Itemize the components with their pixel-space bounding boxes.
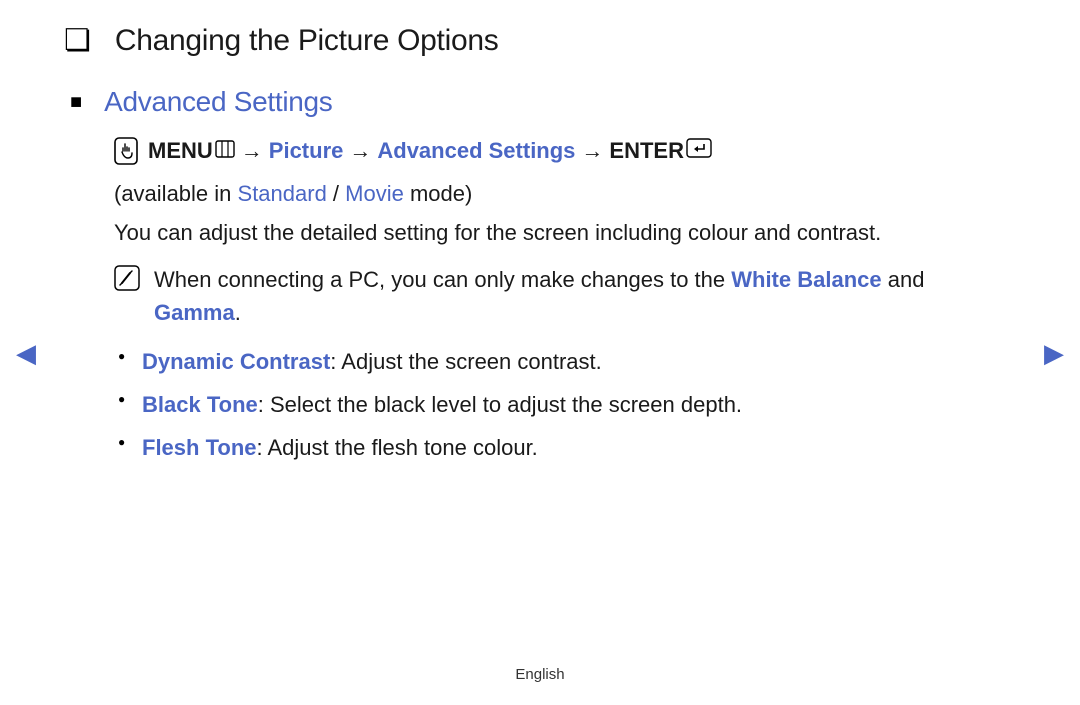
note-row: When connecting a PC, you can only make … xyxy=(114,263,1016,329)
settings-list: Dynamic Contrast: Adjust the screen cont… xyxy=(114,345,1016,464)
note-part3: . xyxy=(235,300,241,325)
list-item: Dynamic Contrast: Adjust the screen cont… xyxy=(114,345,1016,378)
note-part2: and xyxy=(882,267,925,292)
remote-hand-icon xyxy=(114,137,138,165)
available-modes: (available in Standard / Movie mode) xyxy=(114,177,1016,210)
note-gamma: Gamma xyxy=(154,300,235,325)
menu-path: MENU → Picture → Advanced Settings → ENT… xyxy=(114,134,1016,167)
enter-label: ENTER xyxy=(609,134,684,167)
note-part1: When connecting a PC, you can only make … xyxy=(154,267,731,292)
note-icon xyxy=(114,265,140,291)
section-description: You can adjust the detailed setting for … xyxy=(114,216,1016,249)
arrow-sep: → xyxy=(241,134,263,167)
square-bullet-icon: ■ xyxy=(70,92,82,112)
menu-grid-icon xyxy=(215,134,235,167)
item-flesh-tone: Flesh Tone xyxy=(142,435,257,460)
item-desc: : Select the black level to adjust the s… xyxy=(258,392,742,417)
arrow-sep: → xyxy=(581,134,603,167)
mode-movie: Movie xyxy=(345,181,404,206)
prev-page-arrow[interactable]: ◀ xyxy=(16,338,36,369)
note-text: When connecting a PC, you can only make … xyxy=(154,263,1016,329)
section-content: MENU → Picture → Advanced Settings → ENT… xyxy=(114,134,1016,464)
list-item: Black Tone: Select the black level to ad… xyxy=(114,388,1016,421)
item-dynamic-contrast: Dynamic Contrast xyxy=(142,349,330,374)
nav-advanced-settings: Advanced Settings xyxy=(377,134,575,167)
modes-prefix: (available in xyxy=(114,181,238,206)
enter-icon xyxy=(686,134,712,167)
note-white-balance: White Balance xyxy=(731,267,881,292)
page-title: Changing the Picture Options xyxy=(115,24,499,58)
section-heading-row: ■ Advanced Settings xyxy=(70,86,1016,118)
section-heading: Advanced Settings xyxy=(104,86,332,118)
arrow-sep: → xyxy=(349,134,371,167)
mode-standard: Standard xyxy=(238,181,327,206)
item-desc: : Adjust the screen contrast. xyxy=(330,349,601,374)
nav-picture: Picture xyxy=(269,134,344,167)
modes-suffix: mode) xyxy=(404,181,472,206)
list-item: Flesh Tone: Adjust the flesh tone colour… xyxy=(114,431,1016,464)
footer-language: English xyxy=(0,666,1080,683)
item-black-tone: Black Tone xyxy=(142,392,258,417)
checkbox-bullet-icon: ❏ xyxy=(64,26,91,56)
next-page-arrow[interactable]: ▶ xyxy=(1044,338,1064,369)
manual-page: ❏ Changing the Picture Options ■ Advance… xyxy=(0,0,1080,705)
page-title-row: ❏ Changing the Picture Options xyxy=(64,24,1016,58)
menu-label: MENU xyxy=(148,134,213,167)
item-desc: : Adjust the flesh tone colour. xyxy=(257,435,538,460)
modes-sep: / xyxy=(327,181,345,206)
